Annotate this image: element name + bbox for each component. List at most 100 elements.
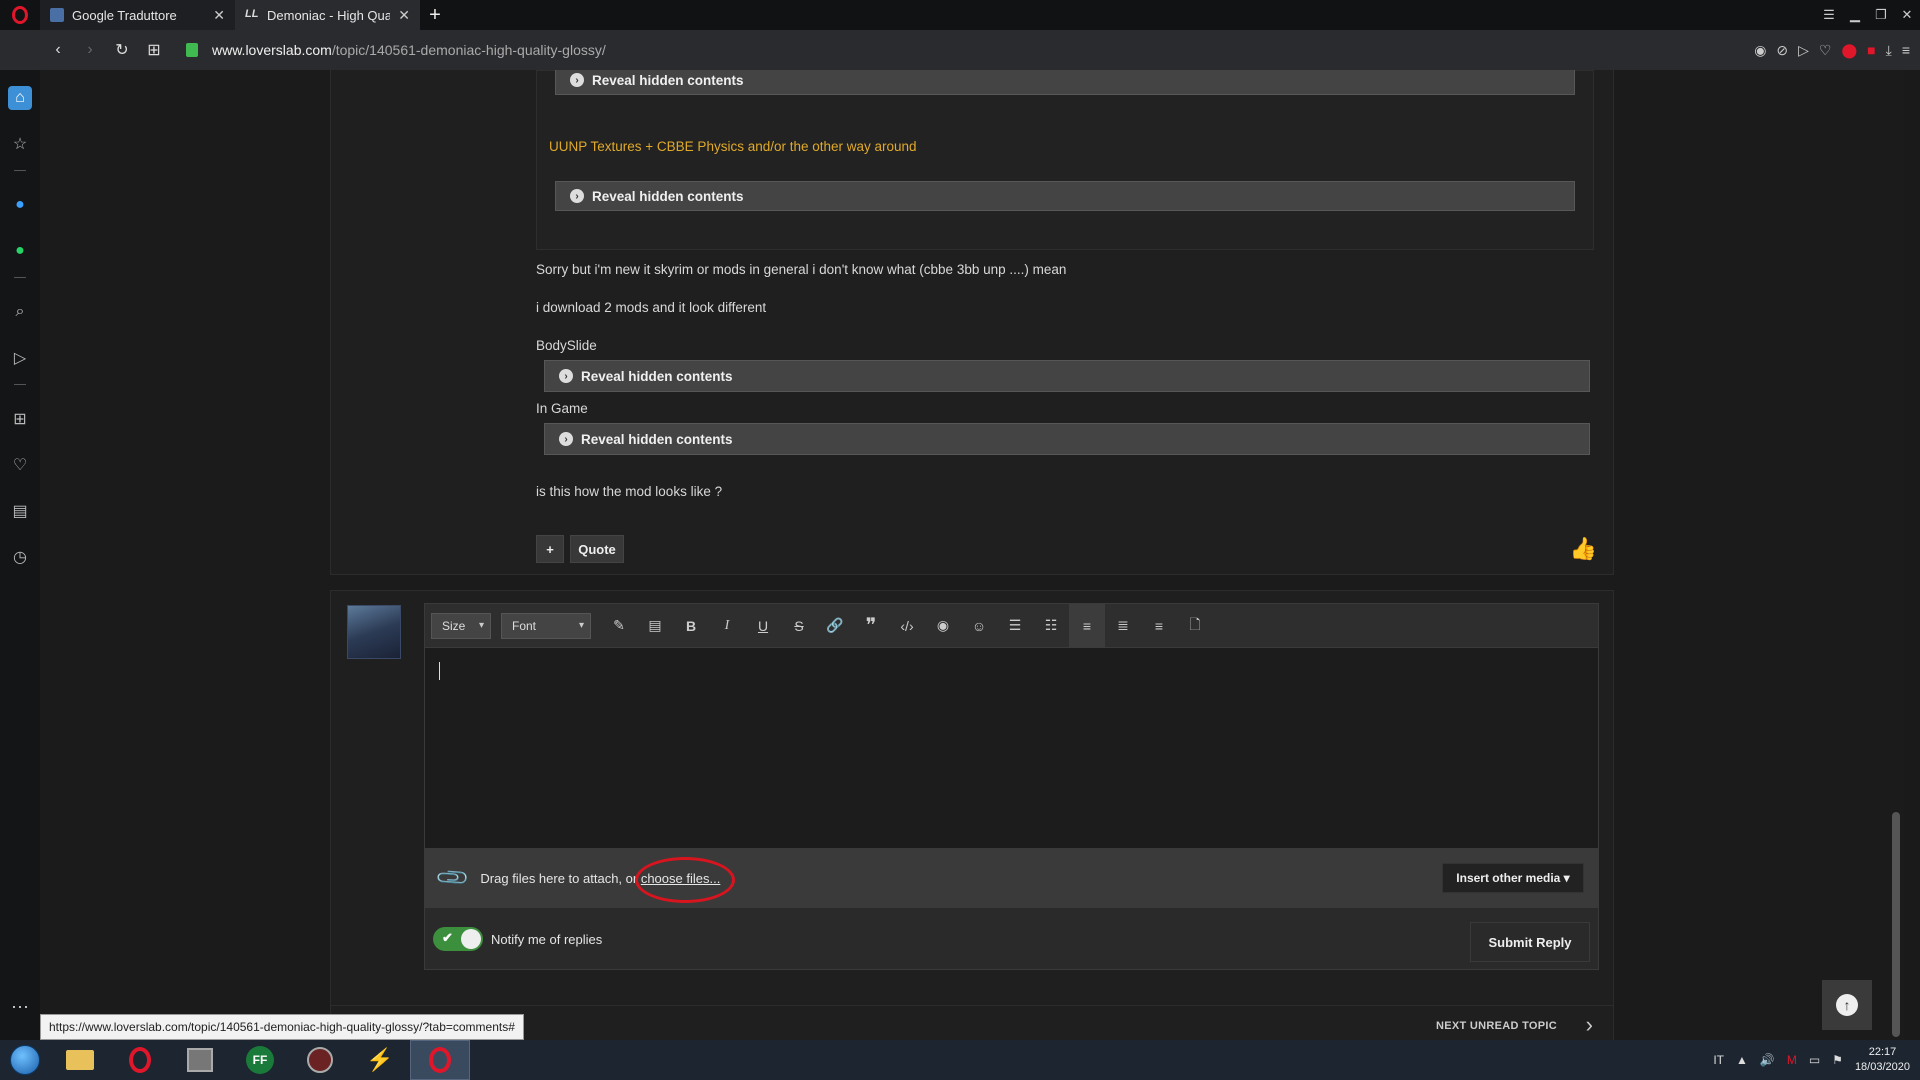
new-tab-button[interactable]: + — [420, 0, 450, 30]
whatsapp-icon[interactable]: ● — [8, 239, 32, 263]
lock-icon[interactable] — [186, 43, 198, 57]
opera-menu-icon[interactable] — [0, 0, 40, 30]
easy-setup-icon[interactable]: ☰ — [1816, 7, 1842, 23]
folder-icon — [66, 1050, 94, 1070]
taskbar-opera[interactable] — [110, 1040, 170, 1080]
italic-icon[interactable]: I — [709, 604, 745, 648]
submit-reply-button[interactable]: Submit Reply — [1470, 922, 1590, 962]
tab-title: Google Traduttore — [72, 7, 177, 23]
like-icon[interactable]: 👍 — [1570, 536, 1597, 562]
scroll-to-top-button[interactable]: ↑ — [1822, 980, 1872, 1030]
quote-block: › Reveal hidden contents UUNP Textures +… — [536, 70, 1594, 250]
workspaces-icon[interactable]: ⊞ — [8, 407, 32, 431]
notify-toggle[interactable]: ✔ — [433, 927, 483, 951]
paste-icon[interactable]: ▤ — [637, 604, 673, 648]
insert-other-media-button[interactable]: Insert other media ▾ — [1442, 863, 1584, 893]
reveal-hidden-button[interactable]: › Reveal hidden contents — [544, 360, 1590, 392]
font-dropdown[interactable]: Font — [501, 612, 591, 639]
snapshot-icon[interactable]: ◉ — [1754, 42, 1766, 59]
source-icon[interactable]: 🗋 — [1177, 604, 1213, 648]
heart-icon[interactable]: ♡ — [8, 453, 32, 477]
emoji-icon[interactable]: ☺ — [961, 604, 997, 648]
volume-icon[interactable]: 🔊 — [1760, 1053, 1775, 1067]
multiquote-button[interactable]: + — [536, 535, 564, 563]
taskbar-media[interactable] — [170, 1040, 230, 1080]
send-icon[interactable]: ▷ — [1798, 42, 1809, 59]
underline-icon[interactable]: U — [745, 604, 781, 648]
language-indicator[interactable]: IT — [1713, 1053, 1724, 1067]
size-label: Size — [442, 618, 466, 633]
tab-demoniac[interactable]: LL Demoniac - High Quality G ✕ — [235, 0, 420, 30]
adblock-icon[interactable]: ⊘ — [1776, 42, 1788, 59]
scrollbar-thumb[interactable] — [1892, 812, 1900, 1037]
url-field[interactable]: www.loverslab.com/topic/140561-demoniac-… — [212, 42, 606, 58]
download-icon[interactable]: ⤓ — [1886, 42, 1892, 59]
tray-expand-icon[interactable]: ▲ — [1736, 1053, 1748, 1067]
clock[interactable]: 22:17 18/03/2020 — [1855, 1045, 1910, 1075]
reveal-hidden-button[interactable]: › Reveal hidden contents — [555, 70, 1575, 95]
blockquote-icon[interactable]: ❞ — [853, 604, 889, 648]
code-icon[interactable]: ‹/› — [889, 604, 925, 648]
history-icon[interactable]: ◷ — [8, 545, 32, 569]
clock-time: 22:17 — [1868, 1046, 1897, 1058]
choose-files-link[interactable]: choose files... — [634, 856, 735, 903]
windows-orb-icon — [10, 1045, 40, 1075]
quote-text: UUNP Textures + CBBE Physics and/or the … — [549, 139, 917, 154]
strikethrough-icon[interactable]: S — [781, 604, 817, 648]
address-bar-icons: ◉ ⊘ ▷ ♡ ⬤ ■ ⤓ ≡ — [1754, 42, 1920, 59]
more-icon[interactable]: ⋯ — [11, 997, 29, 1018]
reveal-label: Reveal hidden contents — [581, 431, 733, 447]
attach-text: Drag files here to attach, or — [480, 870, 641, 886]
heart-icon[interactable]: ♡ — [1819, 42, 1832, 59]
minimize-icon[interactable]: ▁ — [1842, 7, 1868, 23]
reload-icon[interactable]: ↻ — [106, 40, 138, 60]
search-icon[interactable]: ⌕ — [8, 300, 32, 324]
page-content: › Reveal hidden contents UUNP Textures +… — [40, 70, 1904, 1040]
taskbar-winamp[interactable]: ⚡ — [350, 1040, 410, 1080]
home-icon[interactable]: ⌂ — [8, 86, 32, 110]
start-button[interactable] — [0, 1040, 50, 1080]
align-left-icon[interactable]: ≡ — [1069, 603, 1105, 648]
send-icon[interactable]: ▷ — [8, 346, 32, 370]
flag-icon[interactable]: ⚑ — [1832, 1053, 1843, 1067]
toggle-knob — [461, 929, 481, 949]
reveal-hidden-button[interactable]: › Reveal hidden contents — [555, 181, 1575, 211]
post-text: is this how the mod looks like ? — [536, 484, 723, 499]
page-scrollbar[interactable] — [1888, 70, 1904, 1040]
star-icon[interactable]: ☆ — [8, 132, 32, 156]
extension-icon[interactable]: ⬤ — [1841, 42, 1857, 59]
spoiler-icon[interactable]: ◉ — [925, 604, 961, 648]
size-dropdown[interactable]: Size — [431, 612, 491, 639]
bold-icon[interactable]: B — [673, 604, 709, 648]
forward-icon[interactable]: › — [74, 41, 106, 59]
link-icon[interactable]: 🔗 — [817, 604, 853, 648]
messenger-icon[interactable]: ● — [8, 193, 32, 217]
quote-button[interactable]: Quote — [570, 535, 624, 563]
status-url-tooltip: https://www.loverslab.com/topic/140561-d… — [40, 1014, 524, 1040]
menu-icon[interactable]: ≡ — [1902, 42, 1910, 59]
news-icon[interactable]: ▤ — [8, 499, 32, 523]
abp-extension-icon[interactable]: ■ — [1867, 42, 1875, 59]
url-host: www.loverslab.com — [212, 42, 332, 58]
text-color-icon[interactable]: ✎ — [601, 604, 637, 648]
taskbar-ffdec[interactable]: FF — [230, 1040, 290, 1080]
speed-dial-icon[interactable]: ⊞ — [138, 40, 170, 60]
close-window-icon[interactable]: ✕ — [1894, 7, 1920, 23]
reveal-hidden-button[interactable]: › Reveal hidden contents — [544, 423, 1590, 455]
align-center-icon[interactable]: ≣ — [1105, 604, 1141, 648]
bullet-list-icon[interactable]: ☰ — [997, 604, 1033, 648]
network-icon[interactable]: ▭ — [1809, 1053, 1820, 1067]
attachment-bar[interactable]: 📎 Drag files here to attach, or choose f… — [425, 848, 1598, 908]
taskbar-opera-active[interactable] — [410, 1040, 470, 1080]
align-right-icon[interactable]: ≡ — [1141, 604, 1177, 648]
taskbar-app[interactable] — [290, 1040, 350, 1080]
tab-google-translate[interactable]: Google Traduttore ✕ — [40, 0, 235, 30]
restore-icon[interactable]: ❐ — [1868, 7, 1894, 23]
numbered-list-icon[interactable]: ☷ — [1033, 604, 1069, 648]
back-icon[interactable]: ‹ — [42, 41, 74, 59]
close-tab-icon[interactable]: ✕ — [398, 7, 410, 24]
reply-text-area[interactable] — [425, 648, 1598, 848]
close-tab-icon[interactable]: ✕ — [213, 7, 225, 24]
antivirus-icon[interactable]: M — [1787, 1053, 1797, 1067]
taskbar-explorer[interactable] — [50, 1040, 110, 1080]
